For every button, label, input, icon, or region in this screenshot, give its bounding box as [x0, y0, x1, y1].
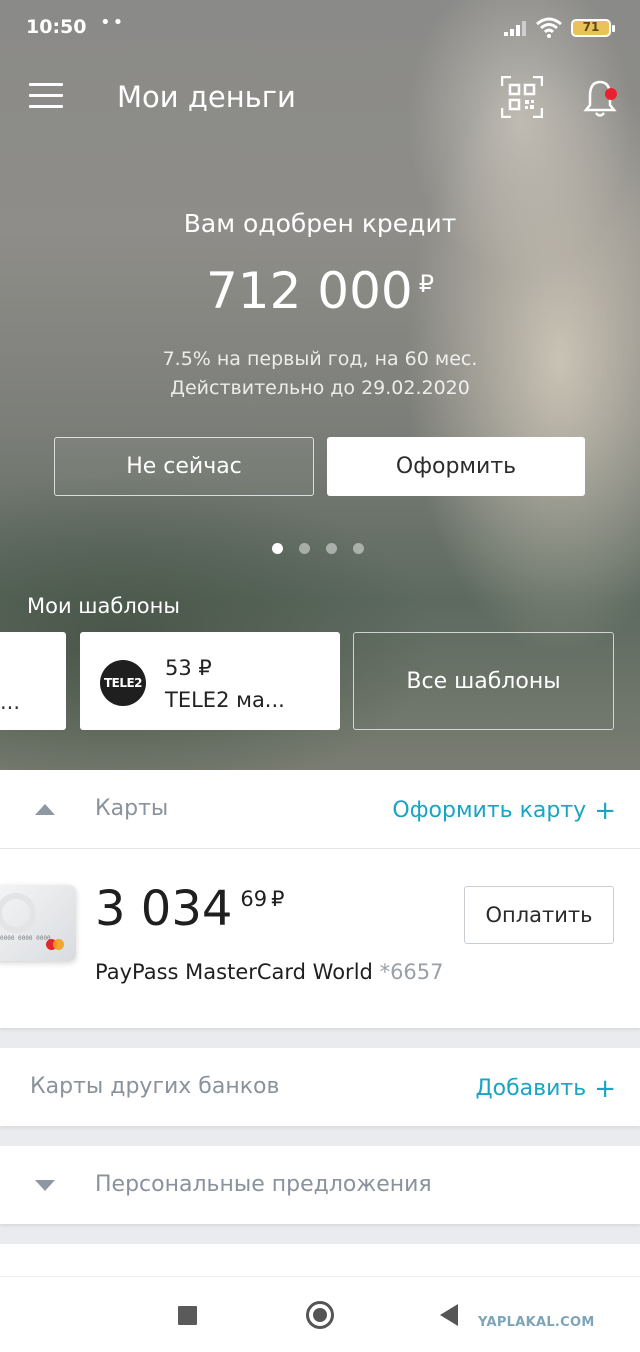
- offer-terms-line1: 7.5% на первый год, на 60 мес.: [162, 348, 478, 370]
- pager-dot[interactable]: [353, 543, 364, 554]
- pager-dot-active[interactable]: [272, 543, 283, 554]
- all-templates-button[interactable]: Все шаблоны: [353, 632, 614, 730]
- apply-credit-button[interactable]: Оформить: [327, 437, 585, 496]
- tele2-logo: TELE2: [100, 660, 146, 706]
- plus-icon: +: [594, 796, 616, 826]
- templates-title: Мои шаблоны: [27, 594, 180, 618]
- battery-level: 71: [582, 20, 600, 34]
- status-bar: 10:50 •• 71: [0, 0, 640, 56]
- signal-icon: [504, 21, 526, 36]
- card-number-preview: 0000 0000 0000: [0, 935, 51, 942]
- order-card-label: Оформить карту: [392, 798, 587, 823]
- template-amount: 53 ₽: [165, 656, 212, 680]
- order-card-link[interactable]: Оформить карту +: [392, 796, 616, 826]
- card-name-text: PayPass MasterCard World: [95, 960, 373, 984]
- card-name: PayPass MasterCard World *6657: [95, 960, 444, 984]
- status-time: 10:50: [26, 16, 87, 38]
- offer-amount-value: 712 000: [205, 262, 413, 320]
- personal-offers-section[interactable]: Персональные предложения: [0, 1146, 640, 1224]
- carousel-pager: [272, 543, 364, 555]
- plus-icon: +: [594, 1074, 616, 1104]
- system-nav-bar: YAPLAKAL.COM: [0, 1276, 640, 1352]
- template-card-tele2[interactable]: TELE2 53 ₽ TELE2 ма...: [80, 632, 340, 730]
- qr-scan-icon[interactable]: [501, 76, 543, 118]
- hamburger-icon[interactable]: [29, 83, 63, 109]
- offer-terms: 7.5% на первый год, на 60 мес. Действите…: [0, 345, 640, 403]
- collapse-arrow-icon[interactable]: [35, 804, 55, 815]
- card-balance-cents: 69: [240, 887, 268, 911]
- personal-offers-label: Персональные предложения: [95, 1172, 432, 1197]
- battery-icon: 71: [571, 19, 615, 37]
- watermark: YAPLAKAL.COM: [478, 1315, 595, 1330]
- offer-amount: 712 000 ₽: [0, 262, 640, 320]
- card-currency: ₽: [271, 887, 285, 911]
- notification-dot: [605, 88, 617, 100]
- bell-icon[interactable]: [582, 78, 618, 118]
- offer-currency: ₽: [418, 270, 435, 298]
- card-balance-main: 3 034: [95, 881, 233, 937]
- recents-icon[interactable]: [178, 1306, 197, 1325]
- status-notification-dots: ••: [100, 12, 126, 33]
- offer-heading: Вам одобрен кредит: [183, 209, 457, 238]
- card-row[interactable]: 0000 0000 0000 3 034 69 ₽ PayPass MasterCa…: [0, 849, 640, 1028]
- add-card-label: Добавить: [475, 1076, 587, 1101]
- page-title: Мои деньги: [117, 80, 296, 114]
- cards-section-header[interactable]: Карты Оформить карту +: [0, 770, 640, 849]
- offer-terms-line2: Действительно до 29.02.2020: [170, 377, 470, 399]
- card-mask: *6657: [379, 960, 444, 984]
- not-now-button[interactable]: Не сейчас: [54, 437, 314, 496]
- wifi-icon: [536, 17, 562, 38]
- add-card-link[interactable]: Добавить +: [475, 1074, 616, 1104]
- expand-arrow-icon[interactable]: [35, 1180, 55, 1191]
- template-name: TELE2 ма...: [165, 688, 285, 712]
- other-banks-label: Карты других банков: [30, 1074, 280, 1099]
- card-image: 0000 0000 0000: [0, 885, 76, 961]
- card-balance: 3 034 69 ₽: [95, 881, 285, 937]
- pager-dot[interactable]: [326, 543, 337, 554]
- pay-button[interactable]: Оплатить: [464, 886, 614, 944]
- template-card-partial[interactable]: ...: [0, 632, 66, 730]
- back-icon[interactable]: [440, 1304, 458, 1326]
- home-icon[interactable]: [306, 1301, 334, 1329]
- other-banks-section[interactable]: Карты других банков Добавить +: [0, 1048, 640, 1126]
- pager-dot[interactable]: [299, 543, 310, 554]
- template-partial-text: ...: [0, 690, 21, 714]
- cards-label: Карты: [95, 796, 169, 821]
